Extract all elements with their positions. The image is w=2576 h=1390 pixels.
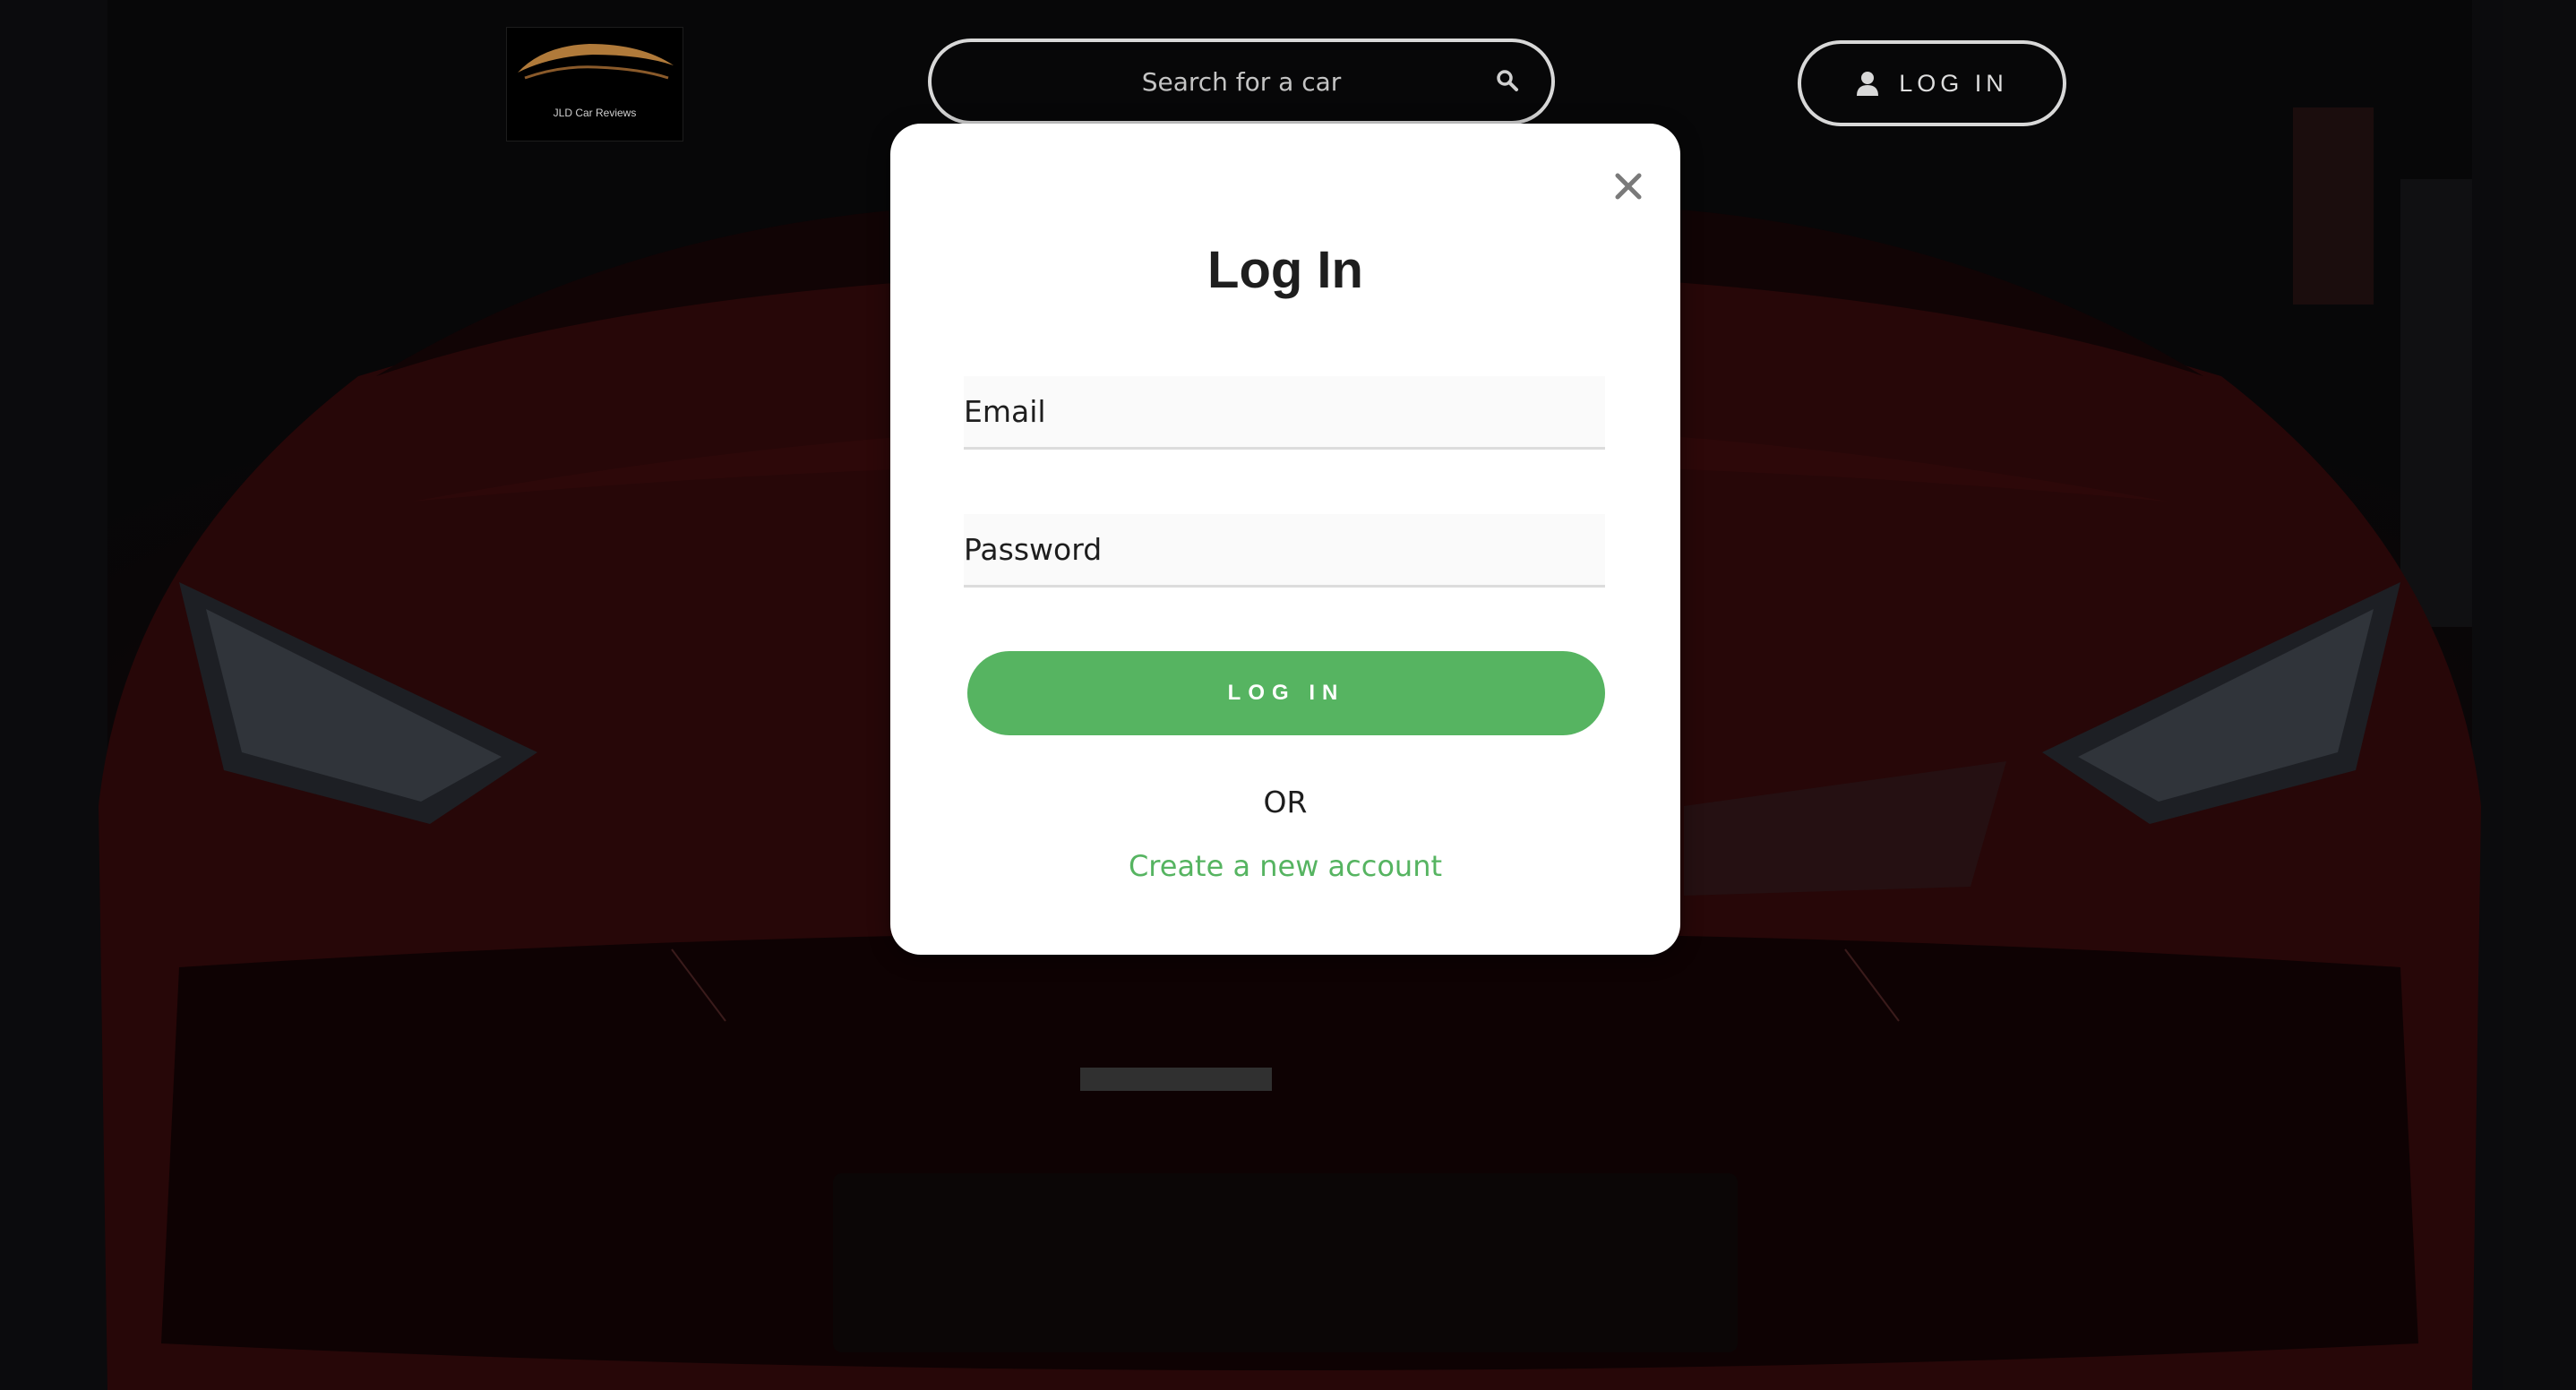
logo-text: JLD Car Reviews [553,107,637,119]
or-separator: OR [1263,785,1308,819]
modal-title: Log In [1207,241,1363,299]
search-bar[interactable] [928,39,1555,124]
email-field[interactable] [964,376,1605,450]
password-field[interactable] [964,514,1605,588]
user-icon [1857,72,1879,96]
login-modal: Log In LOG IN OR Create a new account [890,124,1680,955]
car-logo-icon [518,44,674,80]
close-icon[interactable] [1612,170,1644,202]
login-button[interactable]: LOG IN [967,651,1605,735]
header-login-label: LOG IN [1899,69,2008,97]
search-icon[interactable] [1496,69,1519,92]
header-login-button[interactable]: LOG IN [1798,40,2066,126]
create-account-link[interactable]: Create a new account [890,849,1680,883]
search-input[interactable] [932,42,1551,121]
site-logo[interactable]: JLD Car Reviews [506,27,683,142]
